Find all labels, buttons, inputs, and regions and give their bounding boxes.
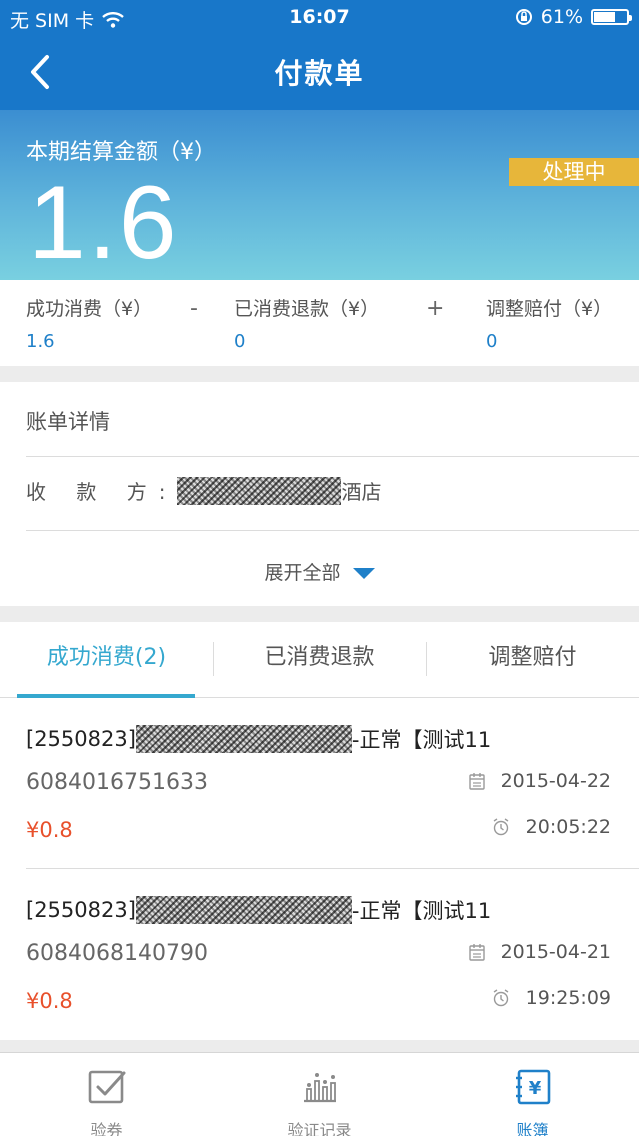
record-id: [2550823] bbox=[26, 898, 136, 922]
bill-details-title: 账单详情 bbox=[26, 410, 110, 434]
breakdown-label: 调整赔付（¥） bbox=[486, 298, 613, 320]
record-id: [2550823] bbox=[26, 727, 136, 751]
check-ticket-icon bbox=[88, 1070, 125, 1104]
redacted-product-name bbox=[135, 896, 352, 924]
tab-refund[interactable]: 已消费退款 bbox=[213, 622, 426, 698]
payee-row: 收 款 方: 酒店 bbox=[26, 476, 381, 505]
record-title: [2550823] -正常【测试11 bbox=[26, 724, 491, 754]
record-suffix: -正常【测试11 bbox=[351, 899, 492, 923]
record-price: ¥0.8 bbox=[26, 818, 73, 842]
record-time: 20:05:22 bbox=[525, 816, 611, 838]
record-code: 6084016751633 bbox=[26, 770, 208, 795]
record-tabs: 成功消费(2) 已消费退款 调整赔付 bbox=[0, 622, 639, 698]
svg-text:¥: ¥ bbox=[528, 1078, 541, 1099]
tabbar-label: 验证记录 bbox=[287, 1121, 352, 1136]
tabbar-item-ledger[interactable]: ¥ 账簿 bbox=[426, 1061, 639, 1136]
tabbar-label: 账簿 bbox=[516, 1121, 549, 1136]
record-suffix: -正常【测试11 bbox=[351, 728, 492, 752]
breakdown-value: 1.6 bbox=[26, 331, 55, 352]
record-price: ¥0.8 bbox=[26, 989, 73, 1013]
list-item[interactable]: [2550823] -正常【测试11 6084068140790 ¥0.8 20… bbox=[0, 869, 639, 1040]
battery-percent: 61% bbox=[540, 6, 583, 28]
breakdown-success: 成功消费（¥） 1.6 bbox=[26, 294, 152, 352]
breakdown-label: 成功消费（¥） bbox=[26, 298, 153, 320]
triangle-down-icon bbox=[352, 568, 375, 579]
expand-all-button[interactable]: 展开全部 bbox=[0, 558, 639, 585]
breakdown-label: 已消费退款（¥） bbox=[234, 298, 380, 320]
chart-icon bbox=[303, 1073, 336, 1103]
breakdown-value: 0 bbox=[486, 331, 498, 352]
settlement-label: 本期结算金额（¥） bbox=[26, 140, 216, 165]
record-date: 2015-04-21 bbox=[500, 941, 611, 963]
header: 无 SIM 卡 16:07 61% 付款单 bbox=[0, 0, 639, 110]
payee-suffix: 酒店 bbox=[341, 480, 382, 504]
record-code: 6084068140790 bbox=[26, 941, 208, 966]
status-right: 61% bbox=[515, 6, 632, 28]
settlement-amount: 1.6 bbox=[28, 165, 179, 281]
tab-adjustment[interactable]: 调整赔付 bbox=[426, 622, 639, 698]
bill-details-card: 账单详情 收 款 方: 酒店 展开全部 bbox=[0, 382, 639, 606]
breakdown-value: 0 bbox=[234, 331, 246, 352]
settlement-summary: 本期结算金额（¥） 1.6 处理中 bbox=[0, 110, 639, 281]
amount-breakdown: 成功消费（¥） 1.6 - 已消费退款（¥） 0 + 调整赔付（¥） 0 bbox=[0, 280, 639, 366]
calendar-icon bbox=[468, 773, 485, 790]
nav-bar: 付款单 bbox=[0, 40, 639, 104]
breakdown-adjustment: 调整赔付（¥） 0 bbox=[486, 294, 612, 352]
records-list: [2550823] -正常【测试11 6084016751633 ¥0.8 20… bbox=[0, 698, 639, 1040]
plus-operator: + bbox=[426, 296, 445, 321]
page-title: 付款单 bbox=[274, 57, 365, 90]
tabbar-item-verify[interactable]: 验券 bbox=[0, 1061, 213, 1136]
payee-label: 收 款 方: bbox=[26, 480, 178, 504]
record-date-row: 2015-04-22 bbox=[468, 770, 611, 792]
record-title: [2550823] -正常【测试11 bbox=[26, 895, 491, 925]
redacted-payee-name bbox=[177, 476, 342, 505]
bottom-tab-bar: 验券 验证记录 ¥ 账簿 bbox=[0, 1052, 639, 1136]
record-time-row: 20:05:22 bbox=[492, 816, 611, 838]
tabbar-label: 验券 bbox=[90, 1121, 123, 1136]
divider bbox=[26, 456, 639, 457]
rotation-lock-icon bbox=[515, 9, 532, 25]
breakdown-refund: 已消费退款（¥） 0 bbox=[234, 294, 379, 352]
expand-all-label: 展开全部 bbox=[264, 562, 341, 584]
alarm-clock-icon bbox=[493, 818, 509, 836]
record-time-row: 19:25:09 bbox=[492, 987, 611, 1009]
list-item[interactable]: [2550823] -正常【测试11 6084016751633 ¥0.8 20… bbox=[0, 698, 639, 869]
alarm-clock-icon bbox=[493, 989, 509, 1007]
status-bar: 无 SIM 卡 16:07 61% bbox=[0, 0, 639, 36]
ledger-icon: ¥ bbox=[515, 1069, 550, 1105]
record-date: 2015-04-22 bbox=[500, 770, 611, 792]
minus-operator: - bbox=[190, 296, 198, 321]
redacted-product-name bbox=[135, 725, 352, 753]
status-badge: 处理中 bbox=[509, 158, 639, 186]
divider bbox=[26, 530, 639, 531]
record-time: 19:25:09 bbox=[525, 987, 611, 1009]
calendar-icon bbox=[468, 944, 485, 961]
tabbar-item-records[interactable]: 验证记录 bbox=[213, 1061, 426, 1136]
record-date-row: 2015-04-21 bbox=[468, 941, 611, 963]
battery-icon bbox=[591, 9, 632, 25]
tab-success[interactable]: 成功消费(2) bbox=[0, 622, 213, 698]
